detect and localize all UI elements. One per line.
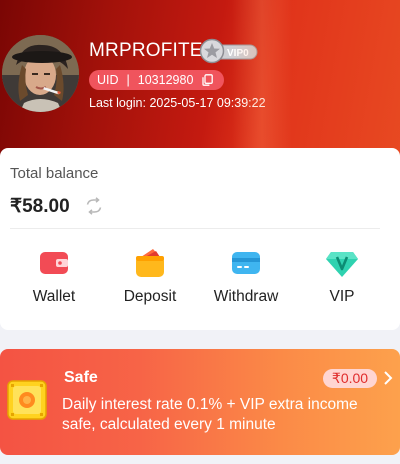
- total-balance-label: Total balance: [10, 165, 99, 182]
- deposit-button[interactable]: Deposit: [105, 248, 195, 308]
- avatar-image: [2, 35, 79, 112]
- balance-card: Total balance ₹58.00 Wallet Deposit With…: [0, 148, 400, 330]
- safe-banner[interactable]: Safe ₹0.00 Daily interest rate 0.1% + VI…: [0, 349, 400, 455]
- withdraw-button[interactable]: Withdraw: [201, 248, 291, 308]
- uid-pill: UID | 10312980: [89, 70, 224, 90]
- vip-label: VIP: [329, 288, 355, 305]
- total-balance-amount: ₹58.00: [10, 196, 70, 217]
- uid-separator: |: [126, 73, 130, 87]
- withdraw-label: Withdraw: [213, 288, 279, 305]
- vip-level-text: VIP0: [227, 48, 249, 59]
- deposit-icon: [133, 248, 167, 278]
- withdraw-icon: [229, 248, 263, 278]
- copy-icon[interactable]: [202, 74, 214, 86]
- safe-title: Safe: [64, 369, 98, 386]
- deposit-label: Deposit: [123, 288, 177, 305]
- vip-icon: [325, 248, 359, 278]
- last-login: Last login: 2025-05-17 09:39:22: [89, 96, 266, 110]
- refresh-icon[interactable]: [84, 196, 104, 216]
- username: MRPROFITE: [89, 40, 203, 61]
- wallet-icon: [37, 248, 71, 278]
- safe-description: Daily interest rate 0.1% + VIP extra inc…: [62, 396, 358, 433]
- wallet-button[interactable]: Wallet: [9, 248, 99, 308]
- vip-button[interactable]: VIP: [297, 248, 387, 308]
- vip-level-badge: VIP0: [199, 38, 259, 64]
- chevron-right-icon[interactable]: [382, 370, 394, 386]
- uid-value: 10312980: [137, 73, 194, 87]
- safe-amount-badge: ₹0.00: [323, 369, 377, 388]
- card-divider: [10, 228, 380, 229]
- uid-label: UID: [97, 73, 119, 87]
- wallet-label: Wallet: [32, 288, 76, 305]
- avatar[interactable]: [2, 35, 79, 112]
- quick-actions: Wallet Deposit Withdraw VIP: [0, 248, 400, 308]
- safe-icon: [7, 380, 47, 420]
